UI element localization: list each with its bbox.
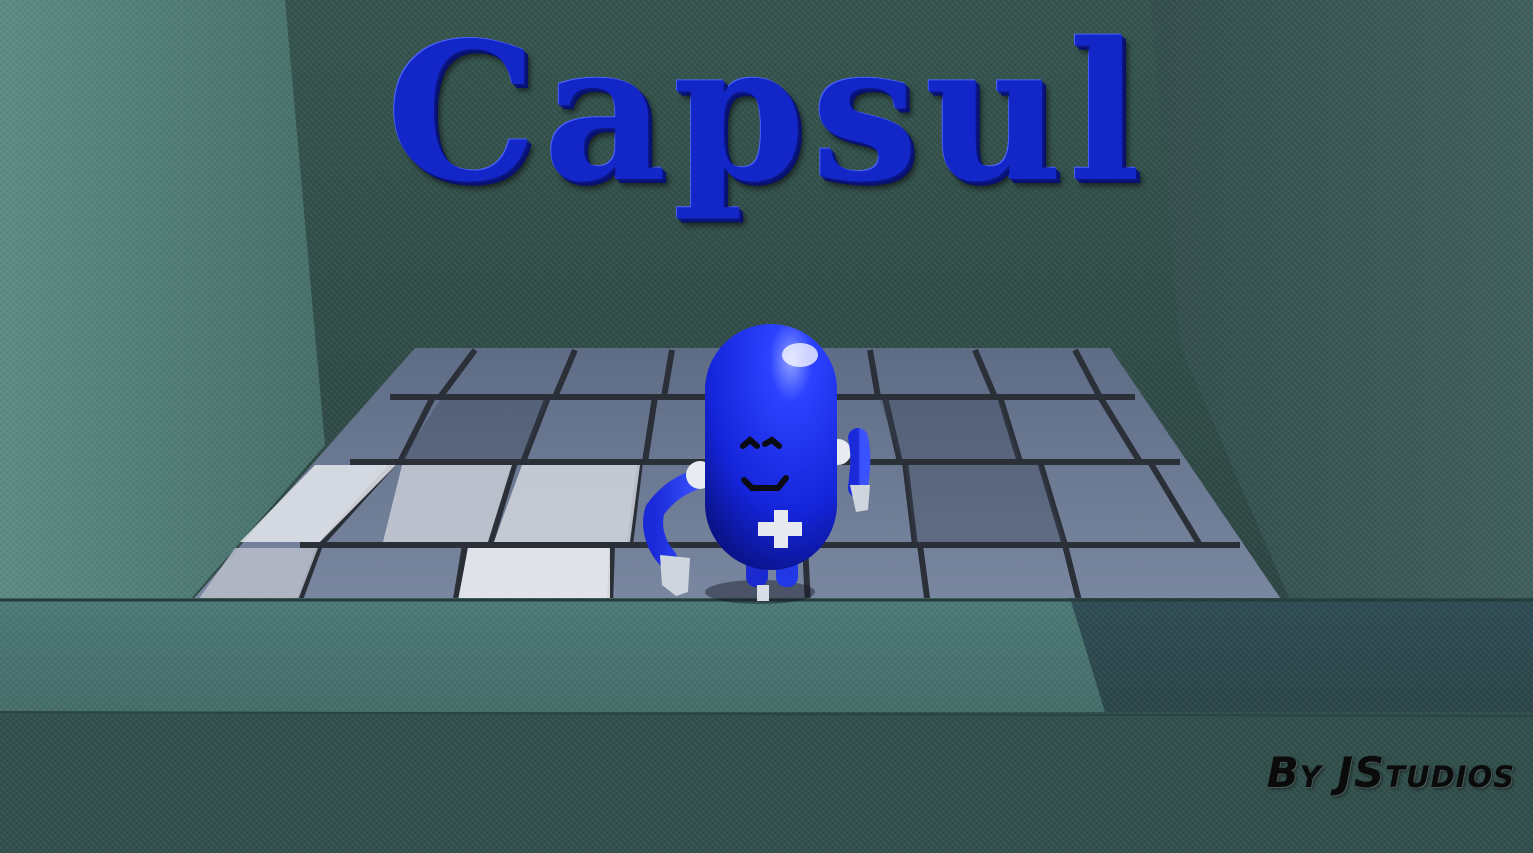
title-screen: Capsul By JStudios <box>0 0 1533 853</box>
studio-credit: By JStudios <box>1266 748 1515 797</box>
game-title: Capsul <box>386 1 1147 224</box>
